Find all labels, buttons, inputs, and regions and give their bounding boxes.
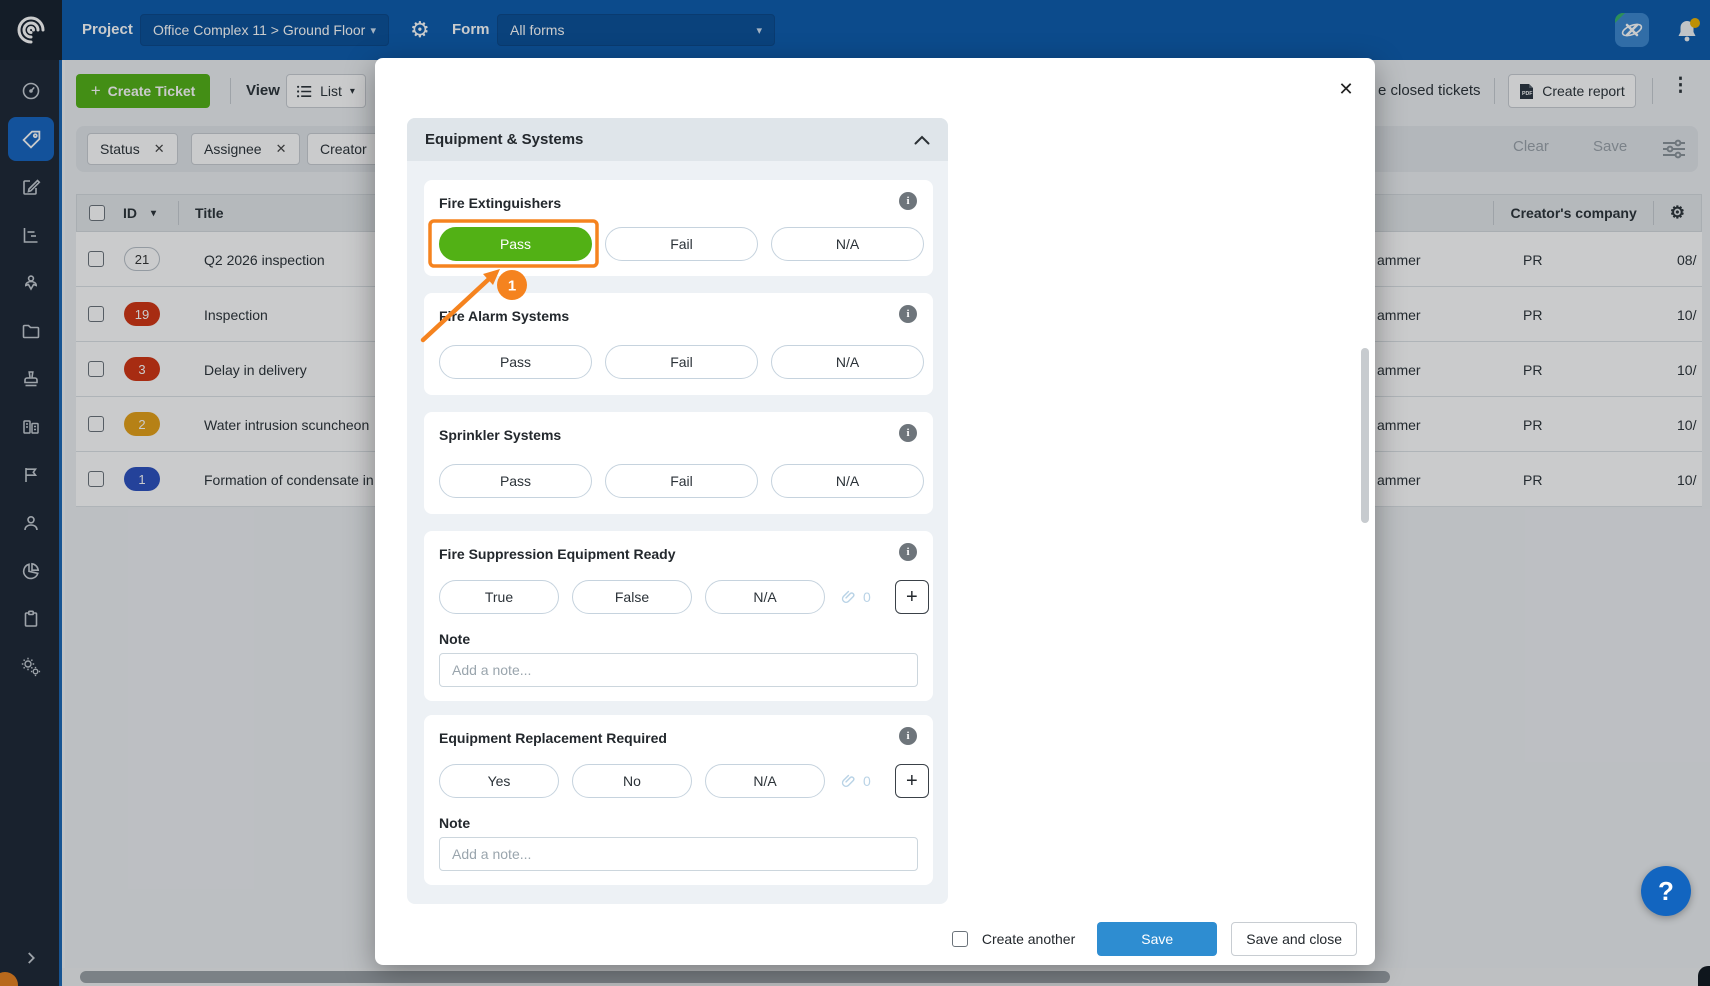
modal-footer: Create another Save Save and close [375,913,1375,965]
field-card-fire-alarm-systems: Fire Alarm Systems i Pass Fail N/A [424,293,933,395]
paperclip-icon [840,773,857,790]
save-and-close-button[interactable]: Save and close [1231,922,1357,956]
note-label: Note [439,815,470,831]
attachment-count: 0 [863,773,871,789]
field-card-fire-extinguishers: Fire Extinguishers i Pass Fail N/A [424,180,933,276]
info-icon[interactable]: i [899,424,917,442]
option-row: Pass Fail N/A [439,464,924,498]
modal-scrollbar-thumb[interactable] [1361,348,1369,523]
note-label: Note [439,631,470,647]
field-card-sprinkler-systems: Sprinkler Systems i Pass Fail N/A [424,412,933,514]
attachments-control[interactable]: 0 [840,589,871,606]
option-fail[interactable]: Fail [605,227,758,261]
option-na[interactable]: N/A [771,345,924,379]
field-label: Fire Extinguishers [439,195,561,211]
field-card-fire-suppression: Fire Suppression Equipment Ready i True … [424,531,933,701]
app-viewport: Project Office Complex 11 > Ground Floor… [0,0,1710,986]
option-pass[interactable]: Pass [439,227,592,261]
save-button[interactable]: Save [1097,922,1217,956]
paperclip-icon [840,589,857,606]
info-icon[interactable]: i [899,543,917,561]
note-input[interactable] [439,837,918,871]
option-no[interactable]: No [572,764,692,798]
section-title: Equipment & Systems [425,131,583,148]
option-row: True False N/A 0 + [439,580,929,614]
field-label: Fire Alarm Systems [439,308,569,324]
form-modal: ✕ Equipment & Systems Fire Extinguishers… [375,58,1375,965]
note-input[interactable] [439,653,918,687]
field-label: Fire Suppression Equipment Ready [439,546,676,562]
field-card-equipment-replacement: Equipment Replacement Required i Yes No … [424,715,933,885]
create-another-label: Create another [982,931,1075,947]
field-label: Equipment Replacement Required [439,730,667,746]
option-true[interactable]: True [439,580,559,614]
option-yes[interactable]: Yes [439,764,559,798]
option-pass[interactable]: Pass [439,345,592,379]
section-header[interactable]: Equipment & Systems [407,118,948,161]
option-fail[interactable]: Fail [605,464,758,498]
field-label: Sprinkler Systems [439,427,561,443]
option-pass[interactable]: Pass [439,464,592,498]
option-fail[interactable]: Fail [605,345,758,379]
option-row: Pass Fail N/A [439,227,924,261]
create-another-checkbox[interactable] [952,931,968,947]
info-icon[interactable]: i [899,192,917,210]
help-button[interactable]: ? [1641,866,1691,916]
attachment-count: 0 [863,589,871,605]
option-na[interactable]: N/A [705,764,825,798]
option-row: Yes No N/A 0 + [439,764,929,798]
info-icon[interactable]: i [899,727,917,745]
form-section-equipment-systems: Equipment & Systems Fire Extinguishers i… [407,118,948,904]
chevron-up-icon[interactable] [914,135,930,145]
close-icon[interactable]: ✕ [1333,76,1359,102]
info-icon[interactable]: i [899,305,917,323]
add-attachment-button[interactable]: + [895,764,929,798]
add-attachment-button[interactable]: + [895,580,929,614]
option-false[interactable]: False [572,580,692,614]
option-na[interactable]: N/A [705,580,825,614]
attachments-control[interactable]: 0 [840,773,871,790]
option-row: Pass Fail N/A [439,345,924,379]
option-na[interactable]: N/A [771,464,924,498]
option-na[interactable]: N/A [771,227,924,261]
